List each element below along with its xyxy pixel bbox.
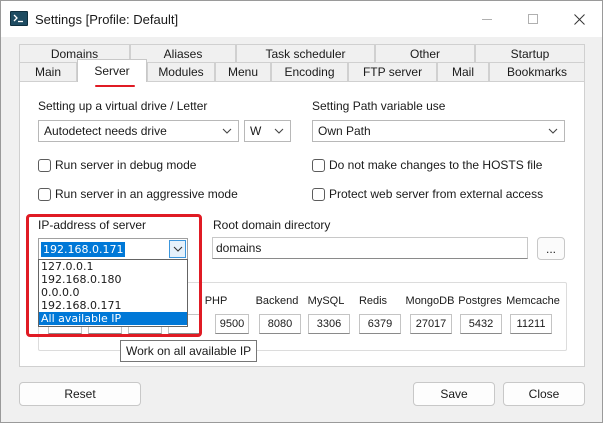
aggressive-mode-checkbox[interactable]: Run server in an aggressive mode [38, 186, 238, 202]
chevron-down-icon [274, 128, 284, 134]
checkbox-box[interactable] [38, 158, 51, 172]
active-tab-annotation [95, 85, 135, 87]
checkbox-box[interactable] [312, 158, 325, 172]
port-label-redis: Redis [358, 295, 388, 307]
settings-window: Settings [Profile: Default] Domains Alia… [0, 0, 603, 423]
port-label-backend: Backend [255, 295, 299, 307]
port-label-memcache: Memcache [506, 295, 560, 307]
window-title: Settings [Profile: Default] [35, 12, 179, 27]
reset-button[interactable]: Reset [19, 382, 141, 406]
tab-task-scheduler[interactable]: Task scheduler [236, 44, 375, 63]
checkbox-box[interactable] [38, 187, 51, 201]
save-button[interactable]: Save [413, 382, 495, 406]
browse-button[interactable]: ... [537, 237, 565, 260]
tab-server[interactable]: Server [77, 59, 147, 82]
ip-annotation-box [26, 214, 202, 337]
tab-mail[interactable]: Mail [437, 62, 489, 81]
port-field-redis[interactable]: 6379 [359, 314, 401, 334]
tab-menu[interactable]: Menu [215, 62, 271, 81]
tab-main[interactable]: Main [19, 62, 77, 81]
port-label-php: PHP [204, 295, 228, 307]
close-button[interactable]: Close [503, 382, 585, 406]
root-domain-value: domains [216, 241, 262, 255]
checkbox-box[interactable] [312, 187, 325, 201]
protect-access-checkbox[interactable]: Protect web server from external access [312, 186, 543, 202]
virtual-drive-label: Setting up a virtual drive / Letter [38, 99, 208, 113]
maximize-icon [528, 14, 538, 24]
port-label-mysql: MySQL [307, 295, 345, 307]
virtual-drive-value: Autodetect needs drive [44, 124, 167, 138]
chevron-down-icon [222, 128, 232, 134]
root-domain-field[interactable]: domains [212, 237, 528, 259]
tab-startup[interactable]: Startup [475, 44, 585, 63]
protect-access-label: Protect web server from external access [329, 187, 544, 201]
drive-letter-select[interactable]: W [244, 120, 291, 142]
maximize-button[interactable] [510, 1, 556, 37]
port-label-mongodb: MongoDB [405, 295, 455, 307]
terminal-app-icon [10, 11, 28, 26]
path-variable-label: Setting Path variable use [312, 99, 446, 113]
tab-ftp-server[interactable]: FTP server [348, 62, 437, 81]
port-field-postgres[interactable]: 5432 [460, 314, 502, 334]
drive-letter-value: W [250, 124, 262, 138]
port-field-backend[interactable]: 8080 [259, 314, 301, 334]
tab-modules[interactable]: Modules [147, 62, 215, 81]
tab-other[interactable]: Other [375, 44, 475, 63]
debug-mode-label: Run server in debug mode [55, 158, 197, 172]
tab-bookmarks[interactable]: Bookmarks [489, 62, 585, 81]
close-icon [573, 13, 585, 25]
debug-mode-checkbox[interactable]: Run server in debug mode [38, 157, 196, 173]
path-variable-value: Own Path [318, 124, 371, 138]
minimize-icon [482, 18, 492, 20]
port-field-mysql[interactable]: 3306 [308, 314, 350, 334]
port-label-postgres: Postgres [458, 295, 502, 307]
aggressive-mode-label: Run server in an aggressive mode [55, 187, 238, 201]
port-field-mongodb[interactable]: 27017 [410, 314, 452, 334]
hosts-file-checkbox[interactable]: Do not make changes to the HOSTS file [312, 157, 542, 173]
path-variable-select[interactable]: Own Path [312, 120, 565, 142]
minimize-button[interactable] [464, 1, 510, 37]
port-field-php[interactable]: 9500 [215, 314, 249, 334]
chevron-down-icon [548, 128, 558, 134]
tab-encoding[interactable]: Encoding [271, 62, 348, 81]
hosts-file-label: Do not make changes to the HOSTS file [329, 158, 543, 172]
tab-row-front: Main Server Modules Menu Encoding FTP se… [19, 59, 585, 82]
close-window-button[interactable] [556, 1, 602, 37]
root-domain-label: Root domain directory [213, 218, 331, 232]
title-bar: Settings [Profile: Default] [1, 1, 602, 37]
virtual-drive-select[interactable]: Autodetect needs drive [38, 120, 239, 142]
port-field-memcache[interactable]: 11211 [510, 314, 552, 334]
tooltip: Work on all available IP [120, 340, 258, 362]
